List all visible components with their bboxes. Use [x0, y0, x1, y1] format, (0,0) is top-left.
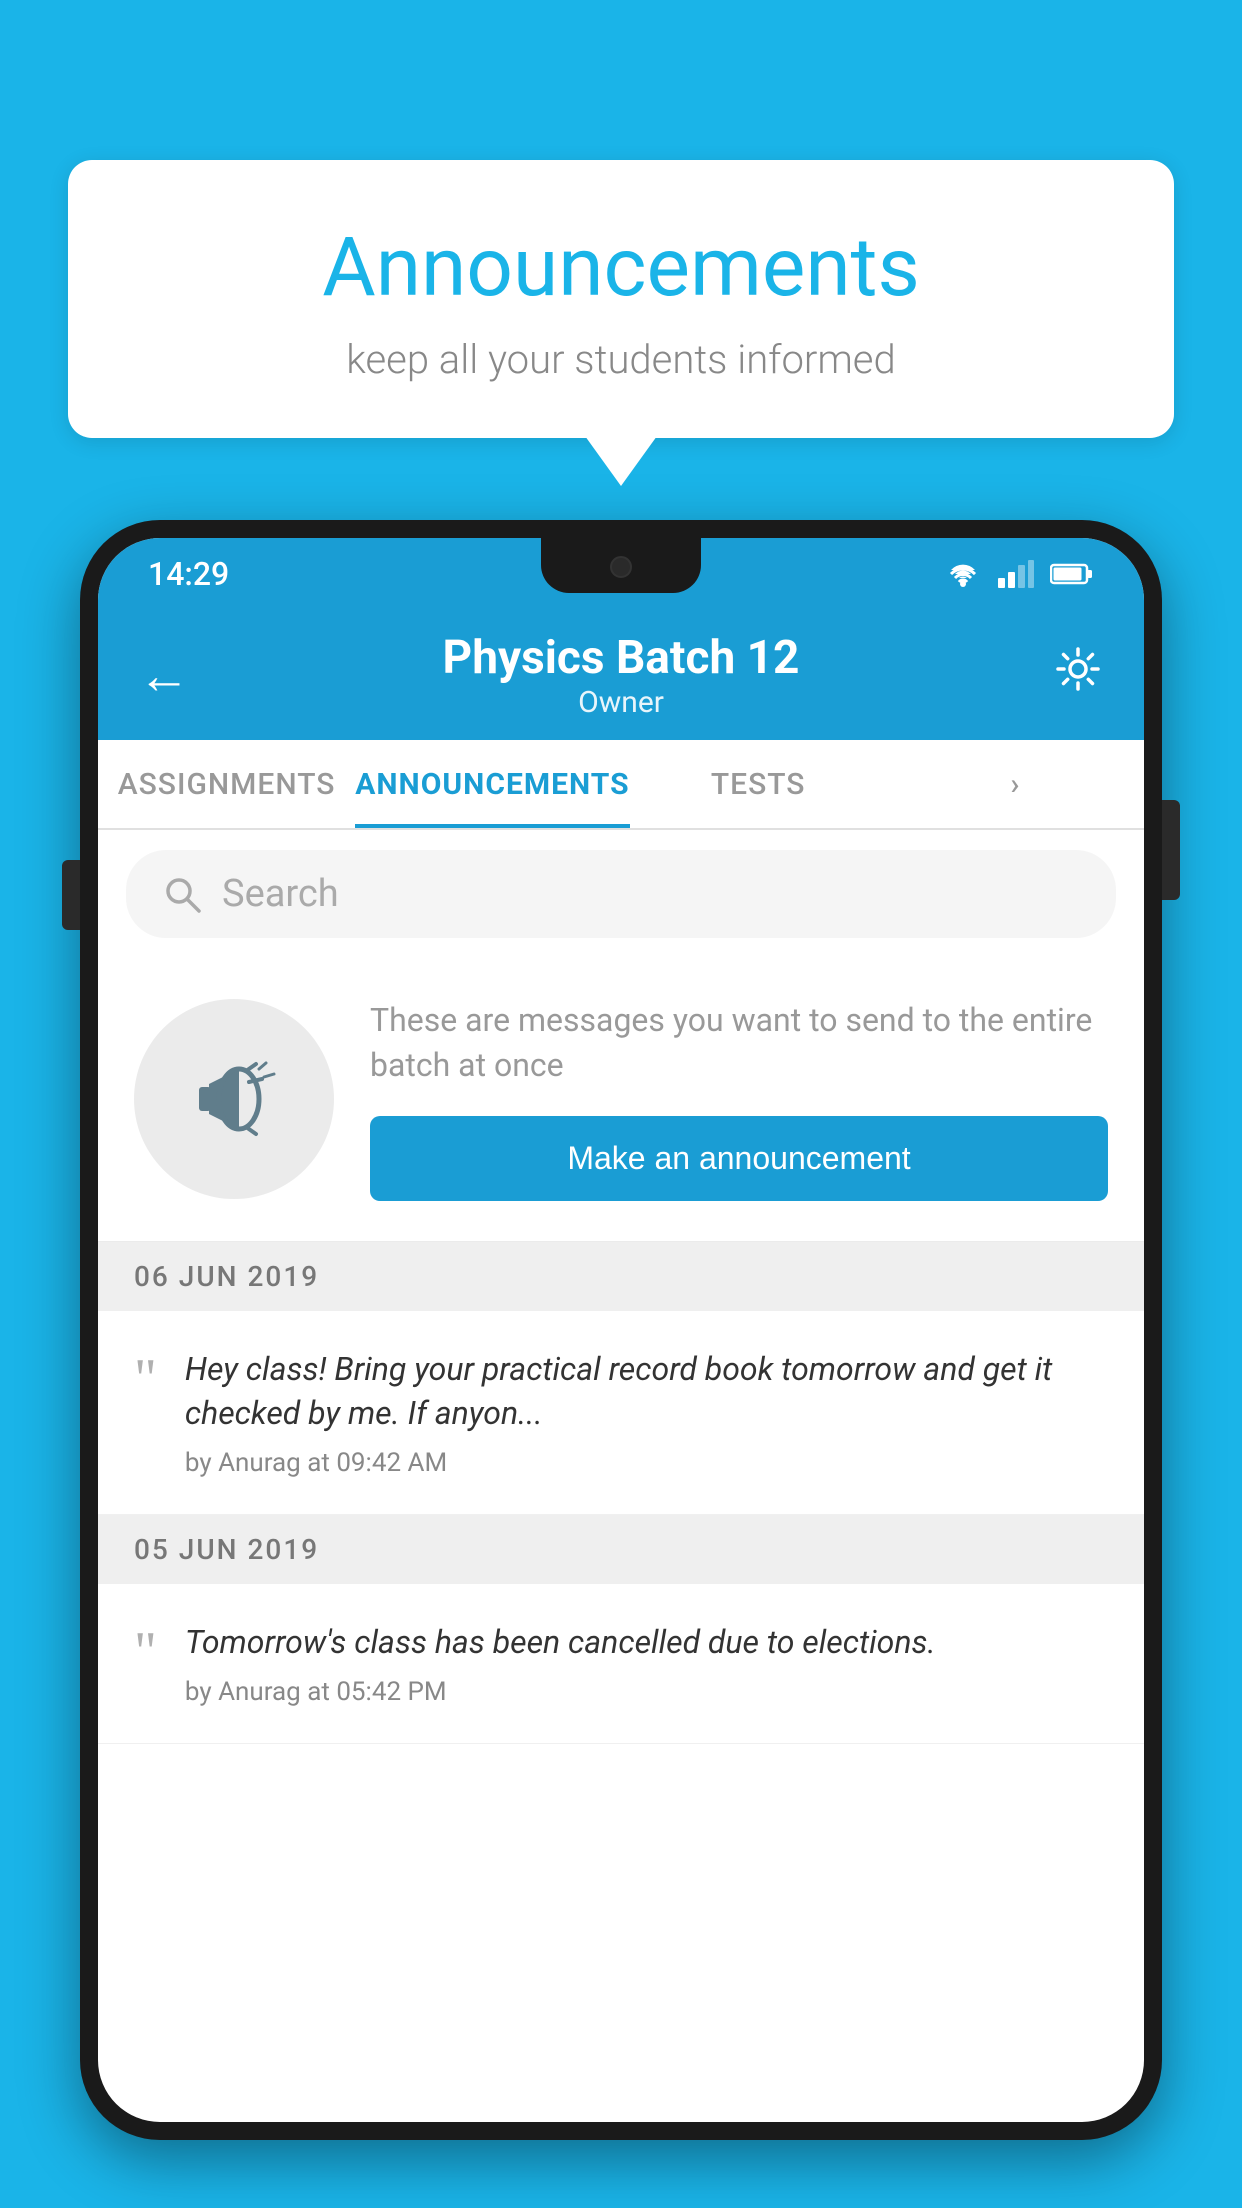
- bubble-title: Announcements: [118, 220, 1124, 316]
- tab-assignments[interactable]: ASSIGNMENTS: [98, 740, 355, 828]
- quote-icon-2: ": [134, 1624, 157, 1680]
- phone-outer: 14:29: [80, 520, 1162, 2140]
- promo-description: These are messages you want to send to t…: [370, 998, 1108, 1088]
- announcement-meta-1: by Anurag at 09:42 AM: [185, 1448, 1108, 1478]
- date-separator-1: 06 JUN 2019: [98, 1242, 1144, 1311]
- make-announcement-button[interactable]: Make an announcement: [370, 1116, 1108, 1201]
- notch-camera: [610, 556, 632, 578]
- status-time: 14:29: [148, 555, 229, 593]
- megaphone-icon: [184, 1049, 284, 1149]
- tab-more[interactable]: ›: [887, 740, 1144, 828]
- phone-screen: 14:29: [98, 538, 1144, 2122]
- tabs-bar: ASSIGNMENTS ANNOUNCEMENTS TESTS ›: [98, 740, 1144, 830]
- promo-icon-circle: [134, 999, 334, 1199]
- date-separator-2: 05 JUN 2019: [98, 1515, 1144, 1584]
- search-bar[interactable]: Search: [126, 850, 1116, 938]
- header-center: Physics Batch 12 Owner: [443, 631, 800, 720]
- announcement-item-1[interactable]: " Hey class! Bring your practical record…: [98, 1311, 1144, 1516]
- phone-mockup: 14:29: [80, 520, 1162, 2208]
- announcement-text-2: Tomorrow's class has been cancelled due …: [185, 1620, 1108, 1665]
- promo-content: These are messages you want to send to t…: [370, 998, 1108, 1201]
- search-placeholder: Search: [222, 872, 339, 916]
- promo-section: These are messages you want to send to t…: [98, 958, 1144, 1242]
- tab-tests[interactable]: TESTS: [630, 740, 887, 828]
- wifi-icon: [944, 560, 982, 588]
- status-bar: 14:29: [98, 538, 1144, 610]
- search-container: Search: [98, 830, 1144, 958]
- status-icons: [944, 560, 1094, 588]
- announcement-meta-2: by Anurag at 05:42 PM: [185, 1677, 1108, 1707]
- quote-icon-1: ": [134, 1351, 157, 1407]
- app-header: ← Physics Batch 12 Owner: [98, 610, 1144, 740]
- announcement-content-2: Tomorrow's class has been cancelled due …: [185, 1620, 1108, 1707]
- tab-announcements[interactable]: ANNOUNCEMENTS: [355, 740, 629, 828]
- settings-icon[interactable]: [1052, 643, 1104, 708]
- speech-bubble-container: Announcements keep all your students inf…: [68, 160, 1174, 438]
- speech-bubble: Announcements keep all your students inf…: [68, 160, 1174, 438]
- signal-icon: [998, 560, 1034, 588]
- announcement-item-2[interactable]: " Tomorrow's class has been cancelled du…: [98, 1584, 1144, 1744]
- bubble-subtitle: keep all your students informed: [118, 336, 1124, 383]
- notch: [541, 538, 701, 593]
- header-subtitle: Owner: [443, 685, 800, 720]
- header-title: Physics Batch 12: [443, 631, 800, 685]
- search-icon: [162, 874, 202, 914]
- back-button[interactable]: ←: [138, 645, 190, 706]
- announcement-text-1: Hey class! Bring your practical record b…: [185, 1347, 1108, 1437]
- battery-icon: [1050, 562, 1094, 586]
- announcement-content-1: Hey class! Bring your practical record b…: [185, 1347, 1108, 1479]
